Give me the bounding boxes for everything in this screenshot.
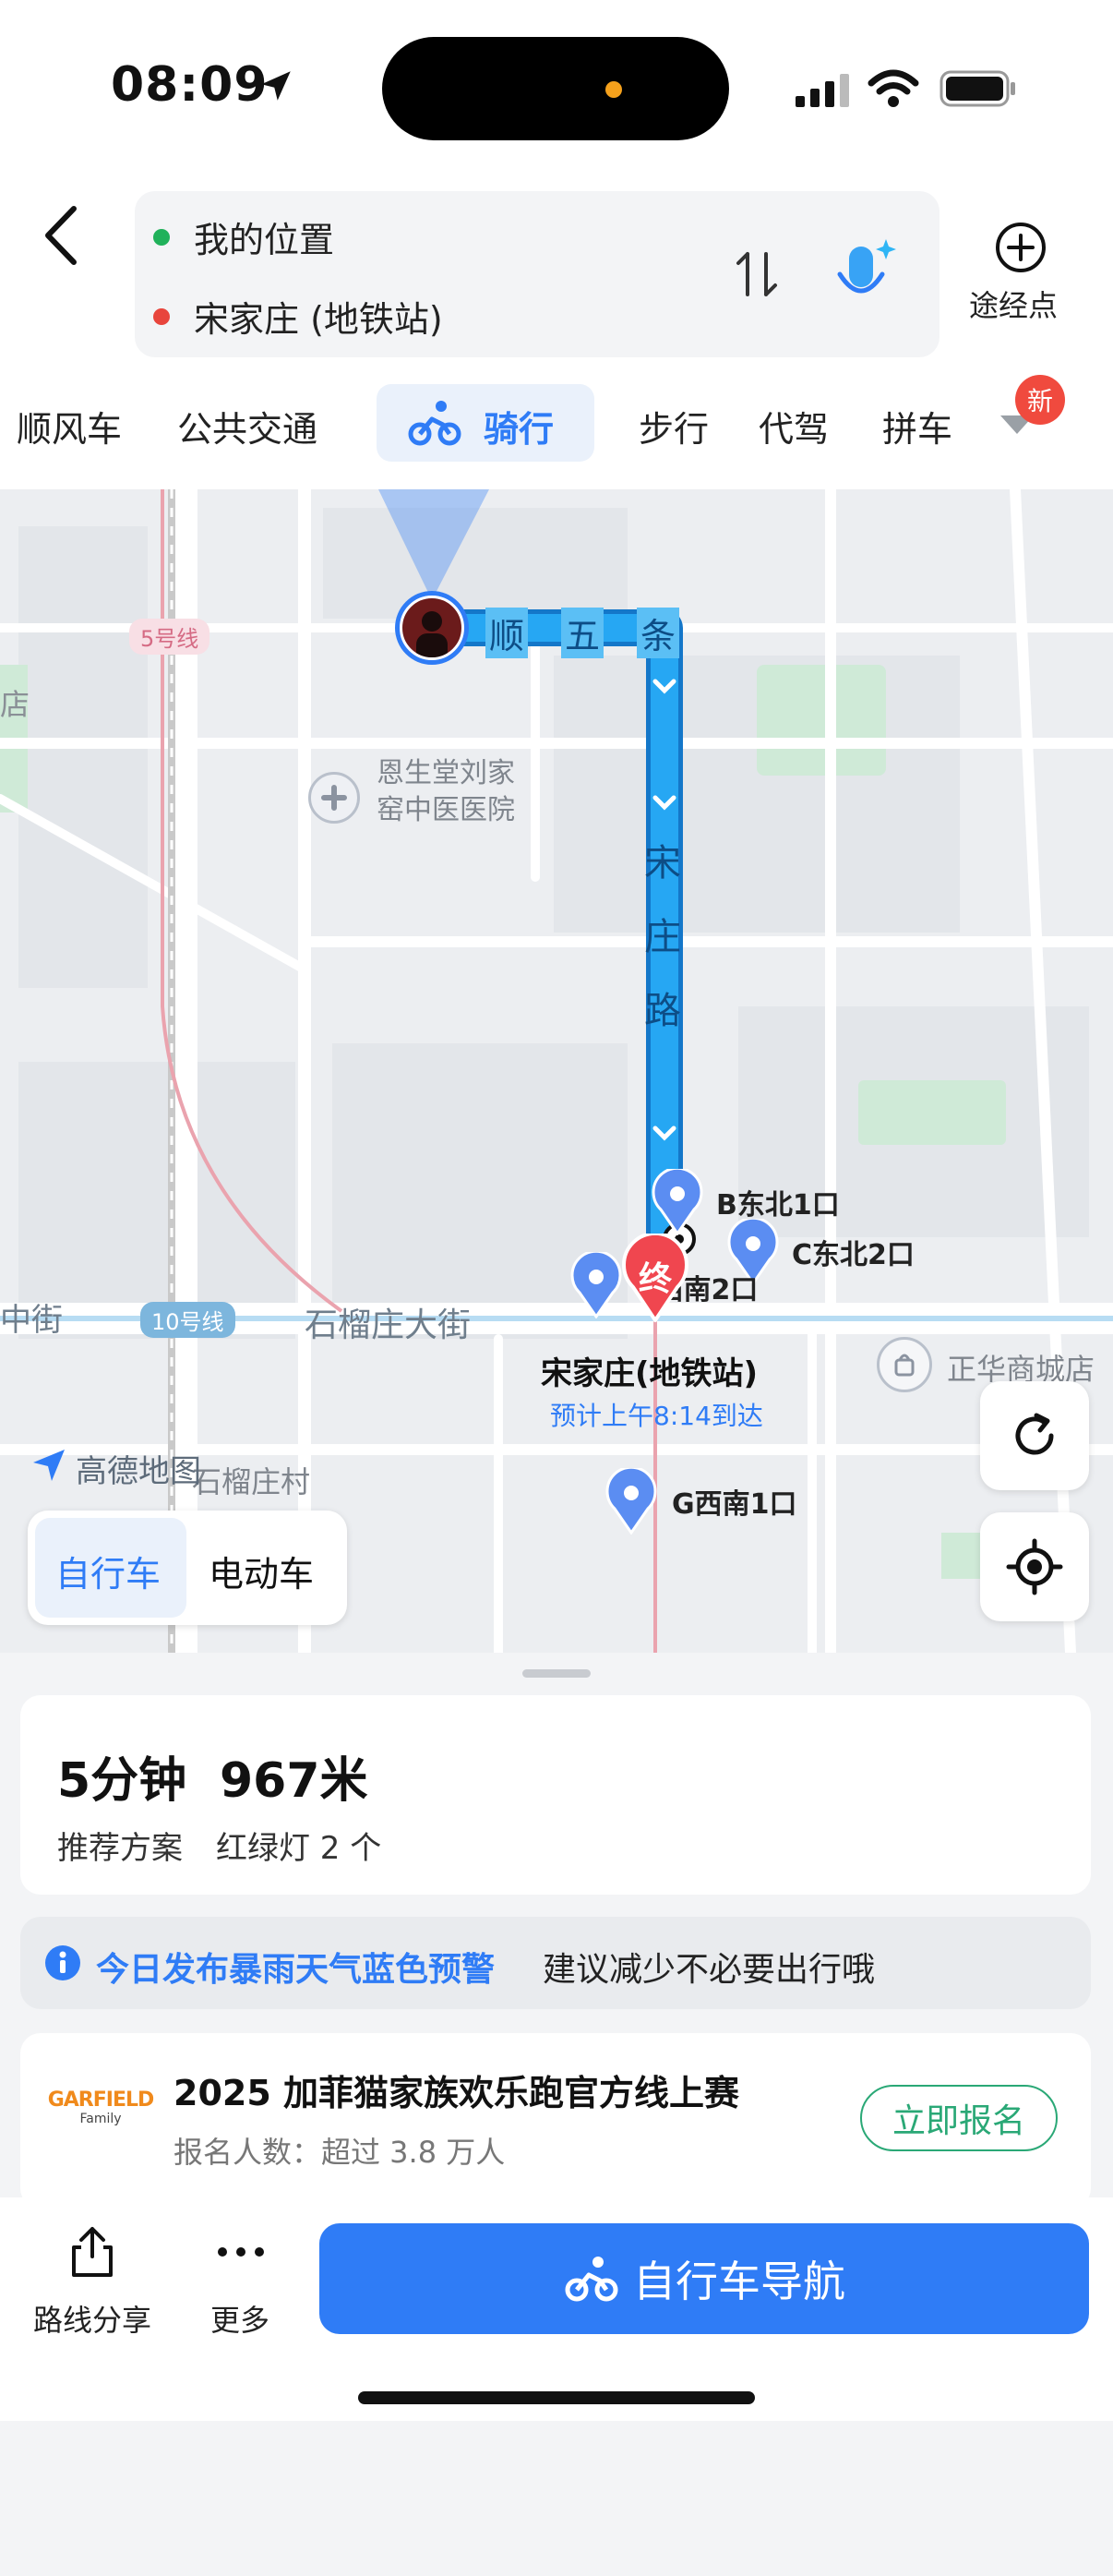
- route-street-1: 宋: [644, 842, 681, 885]
- sheet-handle[interactable]: [522, 1669, 591, 1678]
- village-label: 石榴庄村: [192, 1464, 311, 1499]
- exit-g-label[interactable]: G西南1口: [672, 1481, 797, 1522]
- refresh-icon: [1015, 1413, 1054, 1455]
- locate-button[interactable]: [980, 1512, 1089, 1621]
- tab-cycling[interactable]: 骑行: [484, 401, 554, 451]
- metro-line-10-label: 10号线: [140, 1302, 235, 1338]
- origin-row[interactable]: 我的位置: [153, 211, 334, 262]
- exit-b-label[interactable]: B东北1口: [716, 1182, 840, 1222]
- route-street-2: 庄: [644, 916, 681, 958]
- swap-icon[interactable]: [735, 248, 779, 300]
- new-badge: 新: [1015, 375, 1065, 425]
- exit-f-pin-icon[interactable]: [568, 1252, 624, 1318]
- tab-walking[interactable]: 步行: [639, 401, 709, 451]
- hospital-label: 恩生堂刘家 窑中医医院: [377, 755, 515, 829]
- signal-icon: [796, 74, 849, 107]
- tab-designated-driver[interactable]: 代驾: [759, 401, 829, 451]
- origin-dot: [153, 228, 170, 246]
- route-recommend: 推荐方案: [57, 1830, 183, 1867]
- navigate-label: 自行车导航: [633, 2257, 845, 2306]
- tab-carpool[interactable]: 拼车: [882, 401, 956, 451]
- promo-title: 2025 加菲猫家族欢乐跑官方线上赛: [174, 2073, 739, 2113]
- street-label-left: 中街: [0, 1302, 63, 1339]
- amap-logo-text: 高德地图: [76, 1453, 201, 1490]
- garfield-logo-text: GARFIELD: [47, 2088, 155, 2112]
- exit-c-label[interactable]: C东北2口: [792, 1232, 915, 1272]
- tab-public-transit[interactable]: 公共交通: [177, 401, 317, 451]
- locate-icon: [1006, 1538, 1063, 1595]
- street-label-1: 顺: [485, 608, 529, 658]
- bottom-action-bar: 路线分享 更多 自行车导航: [0, 2197, 1113, 2421]
- destination-row[interactable]: 宋家庄 (地铁站): [153, 291, 443, 342]
- promo-card[interactable]: GARFIELD Family 2025 加菲猫家族欢乐跑官方线上赛 报名人数：…: [20, 2033, 1091, 2209]
- add-waypoint-icon[interactable]: [995, 222, 1047, 273]
- back-icon[interactable]: [41, 203, 81, 268]
- garfield-logo: GARFIELD Family: [41, 2088, 161, 2126]
- refresh-button[interactable]: [980, 1381, 1089, 1490]
- hospital-label-line1: 恩生堂刘家: [377, 757, 515, 789]
- register-button[interactable]: 立即报名: [860, 2085, 1058, 2151]
- battery-icon: [939, 70, 1015, 107]
- start-bicycle-navigation-button[interactable]: 自行车导航: [319, 2223, 1089, 2334]
- route-input-box[interactable]: 我的位置 宋家庄 (地铁站): [135, 191, 939, 357]
- hospital-icon: [308, 772, 360, 824]
- shopping-icon: [877, 1337, 932, 1392]
- status-time: 08:09: [111, 57, 269, 113]
- amap-logo-icon: [33, 1450, 65, 1481]
- street-label-2: 五: [561, 608, 604, 658]
- tab-ride-share[interactable]: 顺风车: [17, 401, 122, 451]
- alert-highlight: 今日发布暴雨天气蓝色预警: [96, 1951, 496, 1989]
- share-route-label[interactable]: 路线分享: [33, 2297, 151, 2340]
- weather-alert[interactable]: 今日发布暴雨天气蓝色预警 建议减少不必要出行哦: [20, 1917, 1091, 2009]
- map-view[interactable]: 5号线 店 恩生堂刘家 窑中医医院 顺 五 条 宋 庄 路 中街 10号线 石榴…: [0, 489, 1113, 1653]
- route-sheet: 5分钟 967米 推荐方案 红绿灯 2 个 今日发布暴雨天气蓝色预警 建议减少不…: [0, 1653, 1113, 2576]
- info-icon: [45, 1945, 80, 1980]
- route-summary-card[interactable]: 5分钟 967米 推荐方案 红绿灯 2 个: [20, 1695, 1091, 1895]
- map-poi-shop-left: 店: [0, 687, 30, 722]
- more-icon[interactable]: [216, 2245, 266, 2258]
- vehicle-toggle: 自行车 电动车: [28, 1511, 347, 1625]
- location-arrow-icon: [261, 71, 291, 101]
- origin-label: 我的位置: [194, 220, 335, 260]
- destination-dot: [153, 307, 170, 325]
- route-traffic-lights: 红绿灯 2 个: [216, 1830, 382, 1867]
- street-label-main: 石榴庄大街: [305, 1306, 472, 1344]
- route-time: 5分钟: [57, 1753, 187, 1809]
- metro-line-5-label: 5号线: [129, 619, 210, 655]
- route-distance: 967米: [220, 1753, 368, 1809]
- travel-mode-tabs: 顺风车 公共交通 骑行 步行 代驾 拼车 新: [0, 369, 1113, 480]
- exit-g-pin-icon[interactable]: [604, 1468, 659, 1535]
- hospital-label-line2: 窑中医医院: [377, 794, 515, 826]
- garfield-logo-sub: Family: [79, 2112, 122, 2126]
- street-label-3: 条: [637, 608, 680, 658]
- more-label[interactable]: 更多: [210, 2297, 269, 2340]
- destination-label: 宋家庄 (地铁站): [194, 299, 443, 340]
- wifi-icon: [868, 69, 919, 107]
- bicycle-icon: [408, 401, 461, 446]
- exit-b-pin-icon[interactable]: [650, 1169, 705, 1235]
- user-location-avatar: [395, 591, 469, 665]
- route-street-3: 路: [644, 990, 681, 1032]
- share-icon[interactable]: [68, 2225, 116, 2279]
- privacy-indicator: [605, 81, 622, 98]
- dynamic-island: [382, 37, 729, 140]
- eta-label: 预计上午8:14到达: [550, 1401, 763, 1431]
- destination-marker-label: 终: [638, 1260, 672, 1298]
- voice-assistant-icon[interactable]: [832, 235, 899, 313]
- station-name[interactable]: 宋家庄(地铁站): [541, 1348, 758, 1393]
- toggle-bicycle[interactable]: 自行车: [55, 1546, 161, 1596]
- promo-subtitle: 报名人数：超过 3.8 万人: [174, 2135, 506, 2170]
- nav-bicycle-icon: [565, 2257, 618, 2302]
- waypoint-label[interactable]: 途经点: [969, 283, 1058, 325]
- alert-text: 建议减少不必要出行哦: [543, 1951, 876, 1989]
- home-indicator[interactable]: [358, 2391, 755, 2404]
- toggle-e-bike[interactable]: 电动车: [209, 1546, 314, 1596]
